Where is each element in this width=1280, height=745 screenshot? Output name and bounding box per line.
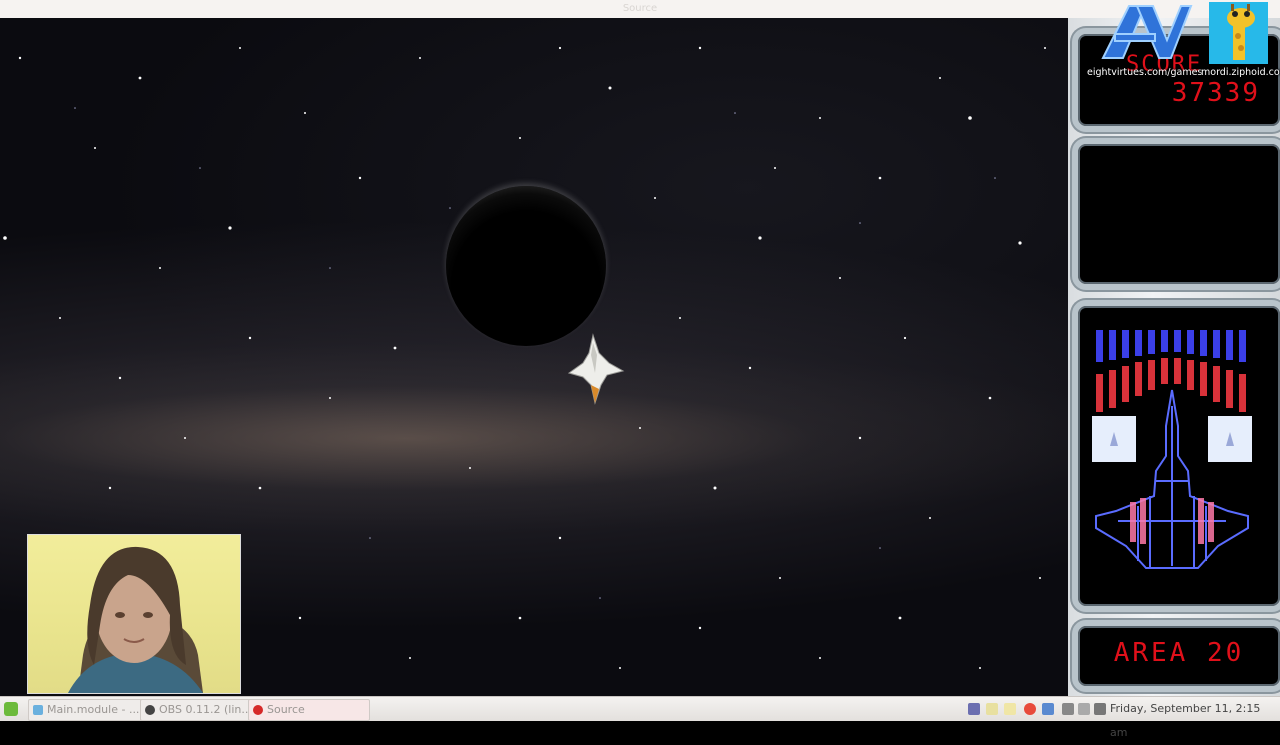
tray-browser-icon[interactable] <box>1024 703 1036 715</box>
score-value: 37339 <box>1171 78 1260 108</box>
obs-icon <box>145 705 155 715</box>
taskbar-item-editor[interactable]: Main.module - ... <box>28 699 158 721</box>
logo-left-url: eightvirtues.com/games <box>1087 67 1203 78</box>
giraffe-icon <box>1227 4 1255 60</box>
window-titlebar: Source <box>0 0 1280 18</box>
giraffe-logo <box>1209 2 1268 64</box>
tray-window-icon[interactable] <box>1042 703 1054 715</box>
source-icon <box>253 705 263 715</box>
menu-icon[interactable] <box>4 702 18 716</box>
tray-folder-icon[interactable] <box>1004 703 1016 715</box>
taskbar-item-label: Source <box>267 703 305 716</box>
webcam-overlay <box>27 534 241 694</box>
area-panel: AREA 20 <box>1072 620 1280 692</box>
av-logo <box>1101 5 1193 59</box>
ship-status-diagram <box>1092 330 1252 569</box>
dark-planet <box>446 186 606 346</box>
hud-sidebar: SCORE 37339 AREA 20 <box>1068 18 1280 696</box>
webcam-person <box>68 546 203 693</box>
system-clock[interactable]: Friday, September 11, 2:15 am <box>1110 697 1280 745</box>
area-indicator: AREA 20 <box>1113 638 1245 668</box>
tray-app-icon[interactable] <box>968 703 980 715</box>
message-panel <box>1072 138 1280 290</box>
editor-icon <box>33 705 43 715</box>
tray-notes-icon[interactable] <box>986 703 998 715</box>
ship-status-panel <box>1072 300 1280 612</box>
player-ship-sprite <box>567 333 625 405</box>
tray-pen-icon[interactable] <box>1062 703 1074 715</box>
taskbar-item-source[interactable]: Source <box>248 699 370 721</box>
taskbar-item-label: Main.module - ... <box>47 703 140 716</box>
window-title: Source <box>622 3 658 14</box>
taskbar-item-label: OBS 0.11.2 (lin... <box>159 703 252 716</box>
tray-display-icon[interactable] <box>1078 703 1090 715</box>
volume-icon[interactable] <box>1094 703 1106 715</box>
logo-right-url: mordi.ziphoid.com <box>1201 67 1280 78</box>
taskbar-item-obs[interactable]: OBS 0.11.2 (lin... <box>140 699 260 721</box>
taskbar: Main.module - ... OBS 0.11.2 (lin... Sou… <box>0 696 1280 739</box>
